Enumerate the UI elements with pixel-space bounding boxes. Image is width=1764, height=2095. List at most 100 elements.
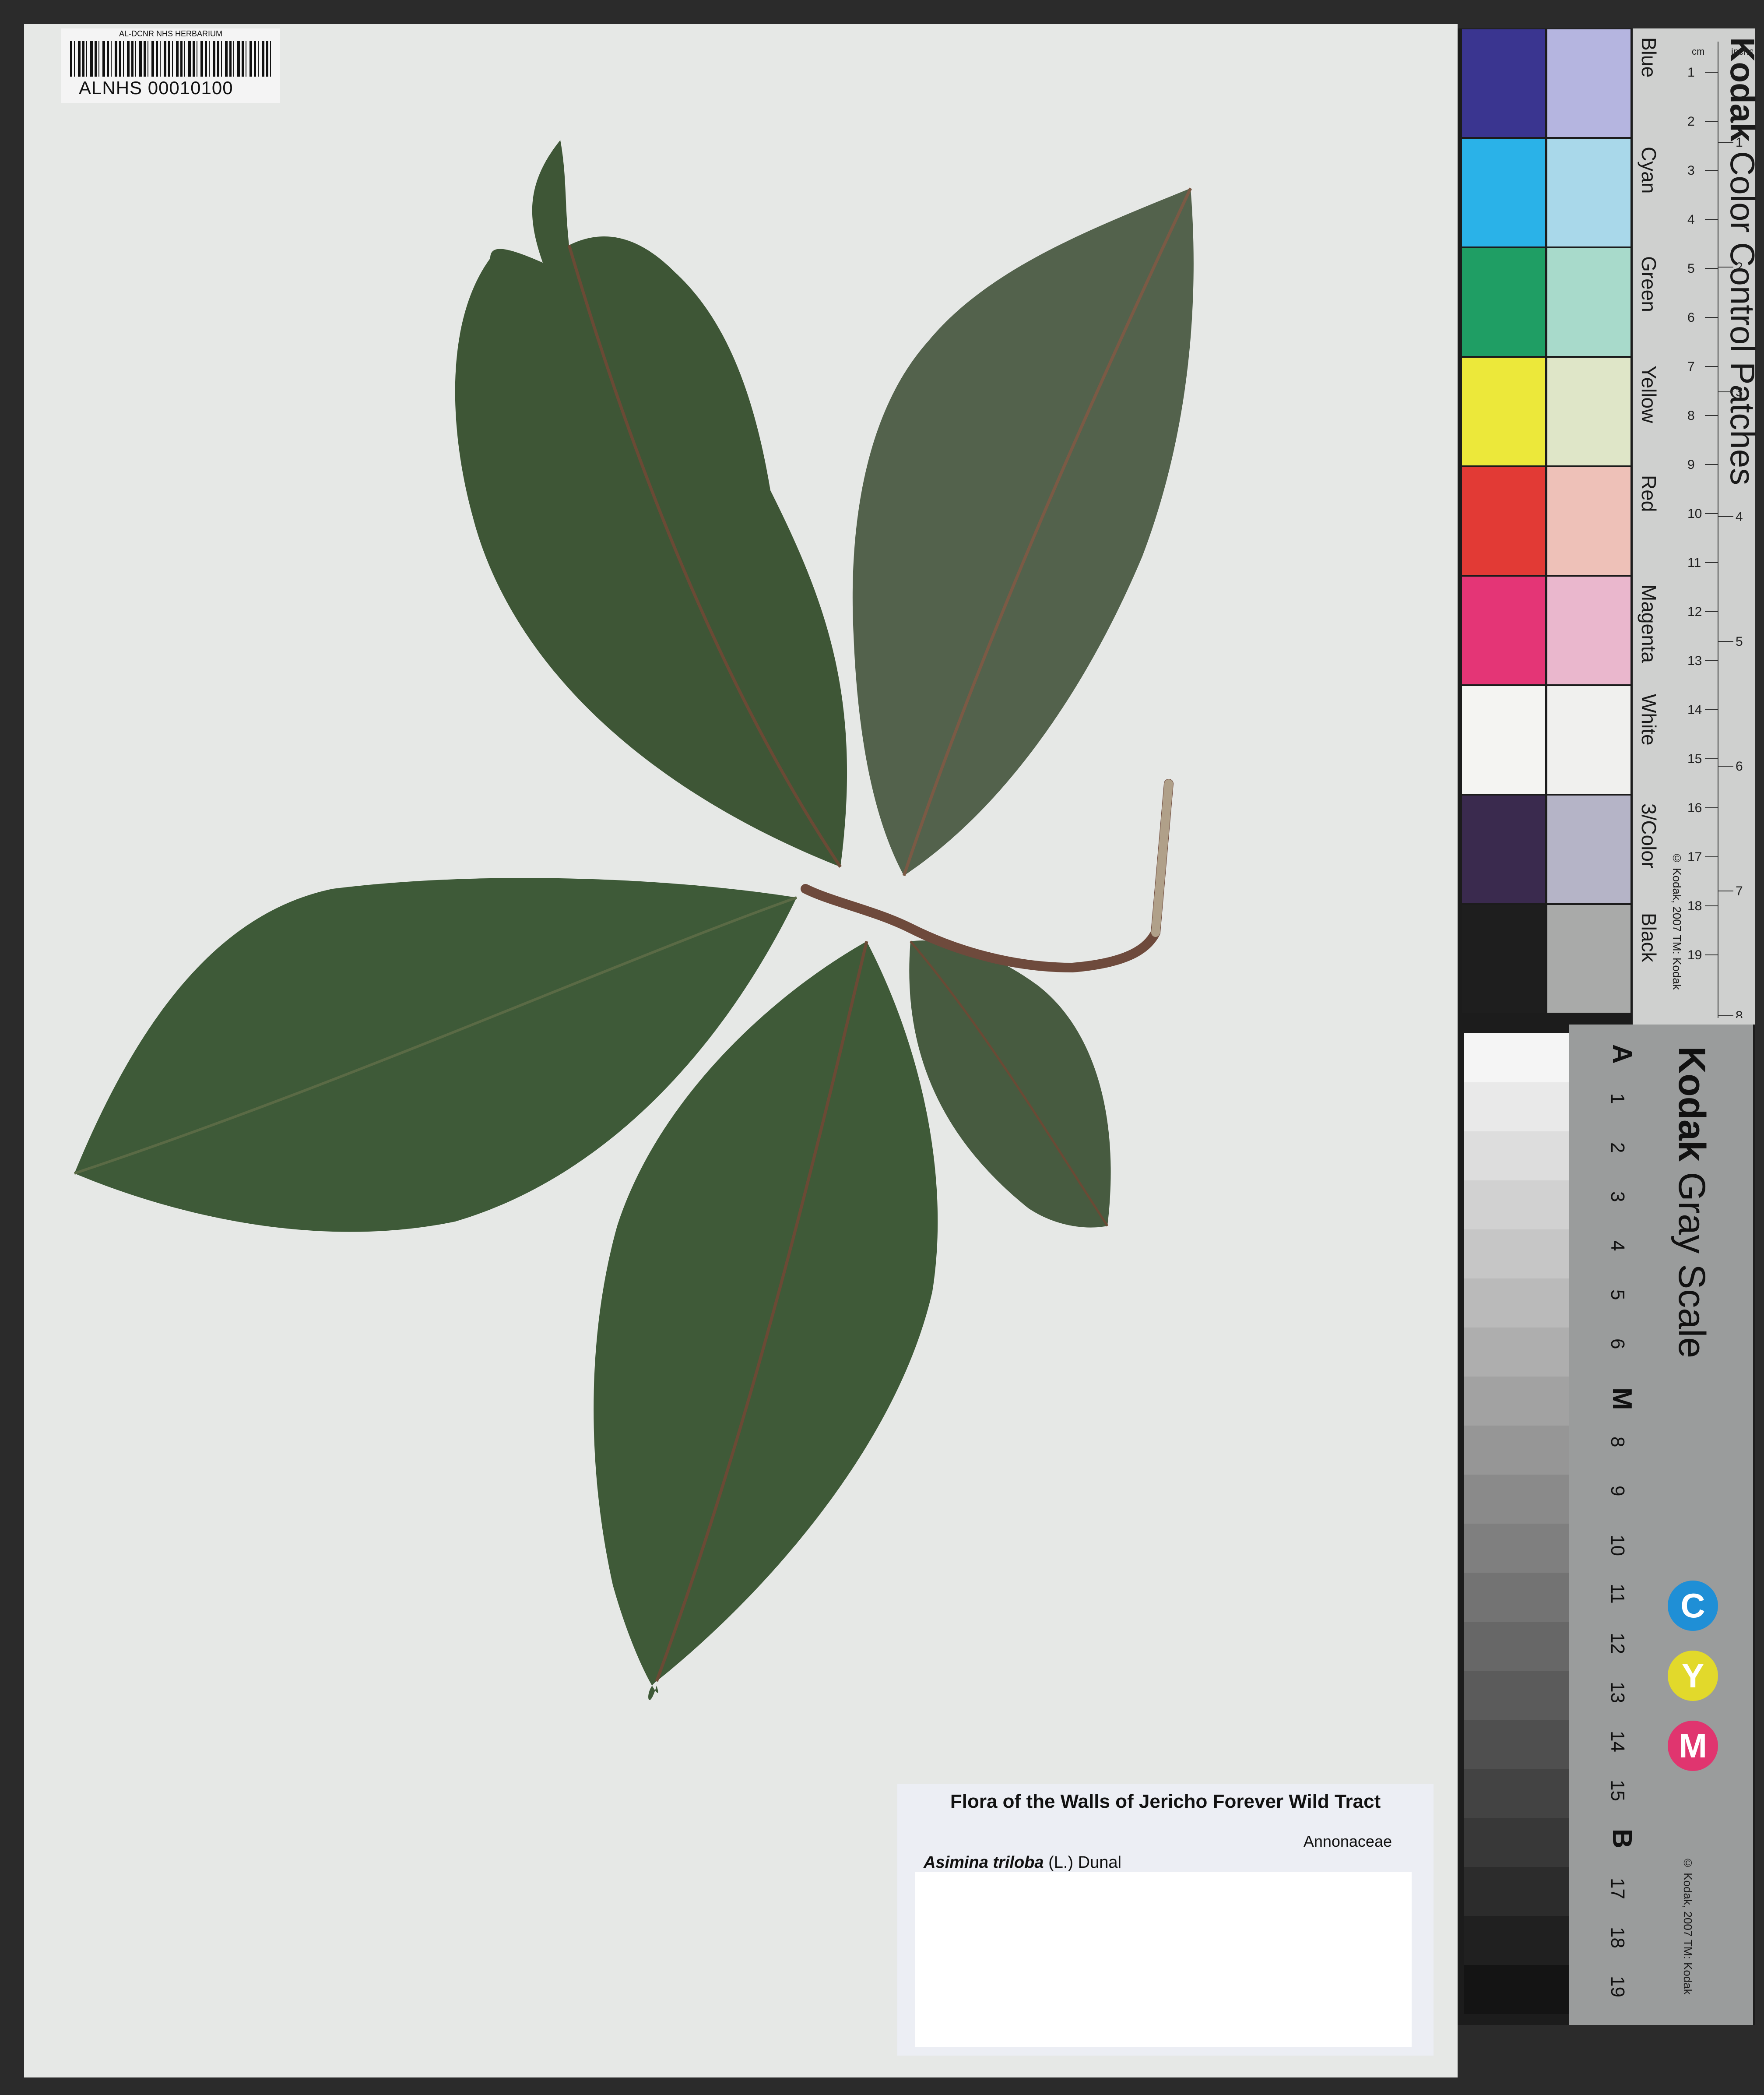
cym-dot: M [1668, 1721, 1718, 1771]
color-patch-left [1462, 686, 1545, 794]
color-patch-right [1547, 796, 1630, 903]
gray-step [1464, 1229, 1569, 1278]
cm-label: 16 [1687, 801, 1702, 815]
gray-scale-ruler: Kodak Gray Scale A 1 2 3 4 5 6 M 8 9 10 11 12 13 14 15 B… [1569, 1025, 1753, 2025]
gray-step [1464, 1916, 1569, 1965]
gray-step-label: 1 [1607, 1093, 1628, 1104]
cm-label: 8 [1687, 408, 1695, 423]
label-family: Annonaceae [1303, 1832, 1392, 1850]
gray-step-label: 19 [1607, 1976, 1628, 1997]
inch-label: 2 [1736, 260, 1743, 275]
patch-name: Green [1637, 256, 1660, 312]
gray-step-label: 3 [1607, 1191, 1628, 1202]
gray-step-label: 14 [1607, 1731, 1628, 1752]
gray-step [1464, 1475, 1569, 1524]
color-patch-right [1547, 467, 1630, 575]
inch-label: 6 [1736, 759, 1743, 774]
label-blank-area [915, 1872, 1412, 2047]
gray-step [1464, 1082, 1569, 1131]
label-authority: (L.) Dunal [1048, 1853, 1121, 1872]
kodak-color-chart: Kodak Color Control Patches Blue Cyan Gree… [1458, 28, 1762, 1025]
color-chart-ruler: Kodak Color Control Patches Blue Cyan Gree… [1633, 28, 1762, 1025]
cm-label: 9 [1687, 458, 1695, 472]
color-patch-right [1547, 29, 1630, 137]
leaf-top-left [455, 140, 847, 868]
specimen-label: Flora of the Walls of Jericho Forever Wi… [897, 1784, 1434, 2056]
gray-step [1464, 1671, 1569, 1720]
color-patch-right [1547, 139, 1630, 246]
color-patch-right [1547, 577, 1630, 684]
cm-label: 12 [1687, 605, 1702, 619]
color-patch-left [1462, 796, 1545, 903]
gray-step-label: 10 [1607, 1535, 1628, 1556]
inch-label: 7 [1736, 884, 1743, 898]
cm-label: 4 [1687, 212, 1695, 227]
gray-step-label: 9 [1607, 1486, 1628, 1496]
gray-scale-brand: Kodak [1671, 1046, 1713, 1162]
inch-label: 1 [1736, 135, 1743, 150]
cm-label: 19 [1687, 948, 1702, 962]
kodak-gray-scale: Kodak Gray Scale A 1 2 3 4 5 6 M 8 9 10 11 12 13 14 15 B… [1458, 1025, 1755, 2025]
gray-step [1464, 1033, 1569, 1082]
color-patch-left [1462, 905, 1545, 1013]
color-patch-left [1462, 467, 1545, 575]
color-patch-left [1462, 139, 1545, 246]
inch-label: 5 [1736, 634, 1743, 649]
patch-name: Red [1637, 475, 1660, 512]
gray-scale-copyright: © Kodak, 2007 TM: Kodak [1681, 1856, 1694, 1995]
gray-step [1464, 1573, 1569, 1622]
gray-step-label: 8 [1607, 1437, 1628, 1447]
gray-step-label: 5 [1607, 1289, 1628, 1300]
label-title: Flora of the Walls of Jericho Forever Wi… [950, 1791, 1381, 1812]
gray-step [1464, 1131, 1569, 1180]
gray-step [1464, 1377, 1569, 1426]
cm-label: 2 [1687, 114, 1695, 129]
gray-step [1464, 1278, 1569, 1327]
cm-label: 10 [1687, 507, 1702, 521]
scale-unit-cm: cm [1692, 46, 1704, 57]
color-patch-right [1547, 905, 1630, 1013]
color-patch-left [1462, 29, 1545, 137]
cm-label: 1 [1687, 65, 1695, 80]
cm-label: 15 [1687, 752, 1702, 766]
gray-step-label: 17 [1607, 1878, 1628, 1899]
color-patch-left [1462, 358, 1545, 465]
cm-label: 5 [1687, 261, 1695, 276]
color-patch-left [1462, 248, 1545, 356]
patch-name: Magenta [1637, 584, 1660, 663]
gray-step-label: 2 [1607, 1142, 1628, 1153]
cym-dot: Y [1668, 1651, 1718, 1701]
gray-step [1464, 1769, 1569, 1818]
cm-label: 13 [1687, 654, 1702, 668]
gray-step-label: 18 [1607, 1927, 1628, 1948]
scale-unit-inches: inches [1731, 46, 1753, 57]
cym-dot: C [1668, 1581, 1718, 1631]
gray-scale-title-rest: Gray Scale [1671, 1172, 1713, 1359]
cm-label: 18 [1687, 899, 1702, 913]
leaf-small-right [909, 940, 1111, 1228]
patch-name: Yellow [1637, 366, 1660, 423]
label-taxon: Asimina triloba (L.) Dunal [924, 1853, 1121, 1872]
gray-step [1464, 1622, 1569, 1671]
color-patch-right [1547, 248, 1630, 356]
gray-step [1464, 1327, 1569, 1377]
patch-name: Blue [1637, 37, 1660, 78]
gray-step [1464, 1965, 1569, 2014]
cm-label: 3 [1687, 163, 1695, 178]
pressed-specimen [74, 140, 1194, 1701]
gray-step-label: 4 [1607, 1240, 1628, 1251]
gray-step [1464, 1818, 1569, 1867]
cm-label: 17 [1687, 850, 1702, 864]
color-patch-right [1547, 358, 1630, 465]
gray-step [1464, 1524, 1569, 1573]
inch-label: 3 [1736, 385, 1743, 399]
gray-step-label: 6 [1607, 1338, 1628, 1349]
color-patch-left [1462, 577, 1545, 684]
gray-step-label: 13 [1607, 1682, 1628, 1703]
patch-name: 3/Color [1637, 803, 1660, 869]
patch-name: White [1637, 694, 1660, 746]
inch-label: 4 [1736, 510, 1743, 524]
gray-step [1464, 1720, 1569, 1769]
cm-label: 14 [1687, 703, 1702, 717]
gray-step-label: A [1607, 1044, 1637, 1064]
